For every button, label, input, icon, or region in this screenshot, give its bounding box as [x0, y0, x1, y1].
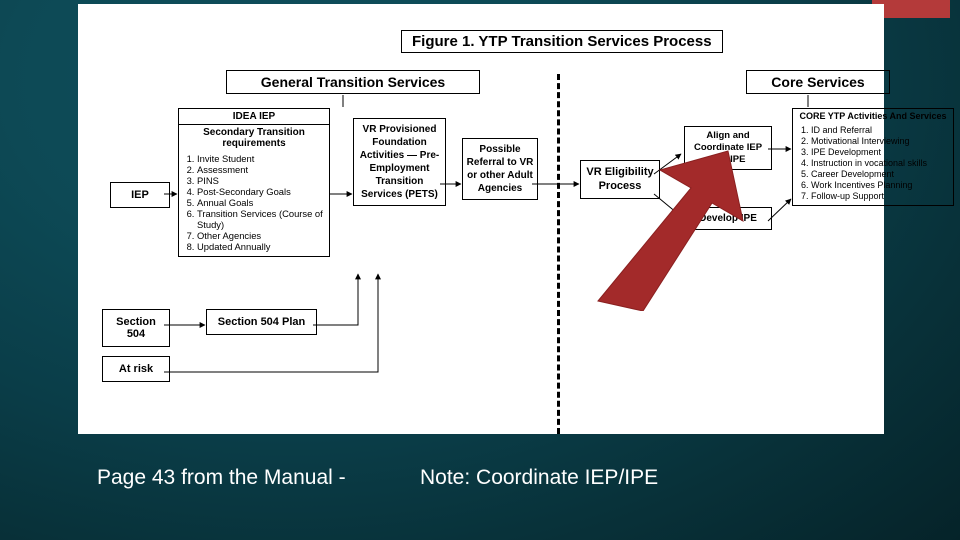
- section-core-services: Core Services: [746, 70, 890, 94]
- box-develop-ipe: Develop IPE: [684, 207, 772, 230]
- box-vr-provisioned: VR Provisioned Foundation Activities — P…: [353, 118, 446, 206]
- stub-section-504: Section 504: [102, 309, 170, 347]
- figure-title: Figure 1. YTP Transition Services Proces…: [401, 30, 723, 53]
- list-item: Motivational Interviewing: [811, 136, 949, 146]
- caption-page: Page 43 from the Manual -: [97, 466, 346, 490]
- box-vr-eligibility: VR Eligibility Process: [580, 160, 660, 199]
- list-item: Updated Annually: [197, 241, 325, 252]
- box-possible-referral: Possible Referral to VR or other Adult A…: [462, 138, 538, 200]
- list-item: ID and Referral: [811, 125, 949, 135]
- stub-at-risk: At risk: [102, 356, 170, 382]
- list-item: Annual Goals: [197, 197, 325, 208]
- list-item: Work Incentives Planning: [811, 180, 949, 190]
- box-idea-iep: IDEA IEP Secondary Transition requiremen…: [178, 108, 330, 257]
- list-item: Instruction in vocational skills: [811, 158, 949, 168]
- list-item: Follow-up Support: [811, 191, 949, 201]
- list-item: Post-Secondary Goals: [197, 186, 325, 197]
- list-item: Career Development: [811, 169, 949, 179]
- idea-list: Invite Student Assessment PINS Post-Seco…: [197, 153, 325, 252]
- list-item: Other Agencies: [197, 230, 325, 241]
- list-item: Invite Student: [197, 153, 325, 164]
- diagram-card: Figure 1. YTP Transition Services Proces…: [78, 4, 884, 434]
- vertical-divider: [557, 74, 560, 434]
- list-item: PINS: [197, 175, 325, 186]
- coreytp-header: CORE YTP Activities And Services: [793, 109, 953, 123]
- section-general-transition: General Transition Services: [226, 70, 480, 94]
- idea-header: IDEA IEP: [179, 109, 329, 125]
- caption-note: Note: Coordinate IEP/IPE: [420, 466, 658, 490]
- box-align-coordinate: Align and Coordinate IEP and IPE: [684, 126, 772, 170]
- list-item: Transition Services (Course of Study): [197, 208, 325, 230]
- idea-subheader: Secondary Transition requirements: [179, 125, 329, 151]
- list-item: Assessment: [197, 164, 325, 175]
- box-core-ytp: CORE YTP Activities And Services ID and …: [792, 108, 954, 206]
- list-item: IPE Development: [811, 147, 949, 157]
- stub-iep: IEP: [110, 182, 170, 208]
- box-section-504-plan: Section 504 Plan: [206, 309, 317, 335]
- coreytp-list: ID and Referral Motivational Interviewin…: [811, 125, 949, 201]
